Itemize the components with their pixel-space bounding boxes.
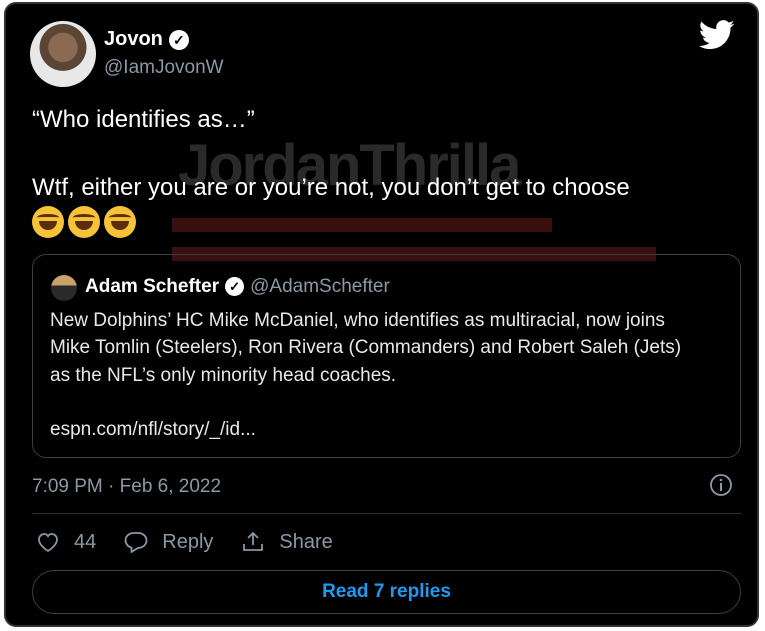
tweet-timestamp[interactable]: 7:09 PM · Feb 6, 2022 xyxy=(32,476,221,498)
quoted-author-handle: @AdamSchefter xyxy=(250,276,390,297)
tweet-text-line: Wtf, either you are or you’re not, you d… xyxy=(32,174,630,201)
quoted-text-line: Mike Tomlin (Steelers), Ron Rivera (Comm… xyxy=(50,337,682,358)
rolling-laughing-emoji-icon xyxy=(32,206,64,238)
author-handle[interactable]: @IamJovonW xyxy=(104,57,224,79)
quoted-tweet[interactable]: Adam Schefter ✓ @AdamSchefter New Dolphins… xyxy=(32,254,741,458)
author-name-row[interactable]: Jovon ✓ xyxy=(104,28,189,51)
reply-label: Reply xyxy=(162,530,214,553)
tweet-card: Jovon ✓ @IamJovonW JordanThrilla “Who ide… xyxy=(4,2,759,627)
twitter-logo-icon[interactable] xyxy=(699,20,735,50)
quoted-author-avatar xyxy=(51,275,77,301)
like-button[interactable]: 44 xyxy=(36,531,96,554)
heart-icon xyxy=(38,533,58,553)
reply-bubble-icon xyxy=(124,532,148,553)
like-count: 44 xyxy=(74,530,97,553)
watermark-bar xyxy=(172,218,552,232)
read-replies-button[interactable]: Read 7 replies xyxy=(32,570,741,614)
share-icon xyxy=(243,531,264,551)
rolling-laughing-emoji-icon xyxy=(68,206,100,238)
divider xyxy=(32,513,741,514)
quoted-link[interactable]: espn.com/nfl/story/_/id... xyxy=(50,419,256,441)
author-name[interactable]: Jovon xyxy=(104,28,163,50)
quoted-author-row: Adam Schefter ✓ @AdamSchefter xyxy=(85,276,390,298)
tweet-text-line: “Who identifies as…” xyxy=(32,106,255,133)
verified-badge-icon: ✓ xyxy=(225,277,245,297)
author-avatar[interactable] xyxy=(30,21,96,87)
share-label: Share xyxy=(279,530,333,553)
quoted-text-line: as the NFL’s only minority head coaches. xyxy=(50,365,397,386)
quoted-author-name: Adam Schefter xyxy=(85,276,220,297)
action-bar: 44 Reply Share xyxy=(36,530,361,554)
emoji-row xyxy=(32,206,136,238)
share-button[interactable]: Share xyxy=(241,530,333,554)
quoted-text-line: New Dolphins’ HC Mike McDaniel, who iden… xyxy=(50,310,665,331)
reply-button[interactable]: Reply xyxy=(124,531,213,554)
verified-badge-icon: ✓ xyxy=(168,29,189,50)
info-icon[interactable] xyxy=(709,473,733,497)
rolling-laughing-emoji-icon xyxy=(104,206,136,238)
